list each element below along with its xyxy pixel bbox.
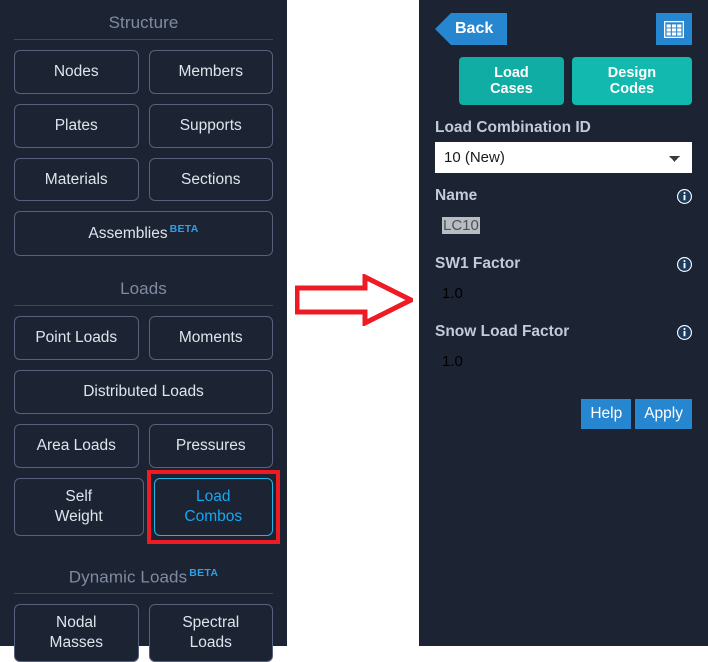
section-header-structure: Structure [14,0,273,37]
section-title: Structure [108,13,179,32]
section-title: Dynamic Loads [68,567,188,587]
sidebar-item-label: Pressures [175,437,246,455]
button-row: Assemblies BETA [14,211,273,257]
sidebar-item-label: Plates [54,116,98,134]
sidebar-item-nodes[interactable]: Nodes [14,50,139,94]
table-grid-icon [664,20,684,38]
sidebar-item-pressures[interactable]: Pressures [148,424,273,468]
field-label-text: Load Combination ID [435,119,591,136]
sidebar-item-label: Area Loads [36,437,116,455]
table-grid-button[interactable] [656,13,692,45]
panel-actions: Help Apply [435,399,692,429]
section-header-loads: Loads [14,266,273,303]
info-icon[interactable] [677,188,692,204]
button-row: Area Loads Pressures [14,424,273,468]
section-divider [14,593,273,595]
sidebar-item-members[interactable]: Members [148,50,273,94]
properties-panel: Back Load Cases Design Codes Load Combin… [419,0,708,646]
name-input-value: LC10 [442,217,480,234]
sidebar-item-supports[interactable]: Supports [148,103,273,148]
back-button-label: Back [455,20,494,37]
section-divider [14,39,273,40]
sidebar-item-label: Self Weight [54,487,103,525]
name-input[interactable]: LC10 [435,210,692,241]
sidebar-item-plates[interactable]: Plates [14,103,139,148]
button-row: Point Loads Moments [14,316,273,361]
label-sw1-factor: SW1 Factor [435,255,692,273]
sidebar-item-label: Point Loads [35,329,118,347]
sidebar-item-distributed-loads[interactable]: Distributed Loads [14,370,273,415]
sidebar-item-label: Supports [179,116,242,134]
sw1-factor-input[interactable]: 1.0 [435,278,692,309]
tab-design-codes[interactable]: Design Codes [571,57,692,105]
sidebar-item-label: Members [178,63,244,80]
apply-button-label: Apply [644,405,683,422]
sidebar-item-area-loads[interactable]: Area Loads [14,424,139,468]
button-row: Nodes Members [14,50,273,94]
help-button[interactable]: Help [581,399,632,429]
right-arrow-annotation-icon [295,274,413,326]
back-button[interactable]: Back [435,13,508,45]
apply-button[interactable]: Apply [635,399,692,429]
tab-label: Design Codes [607,65,657,97]
snow-load-factor-input[interactable]: 1.0 [435,346,692,377]
panel-tabs: Load Cases Design Codes [435,57,692,105]
beta-badge: BETA [189,566,219,579]
left-sidebar: Structure Nodes Members Plates Supports … [0,0,287,662]
sidebar-item-load-combos[interactable]: Load Combos [153,477,273,536]
label-name: Name [435,187,692,205]
tab-load-cases[interactable]: Load Cases [459,57,564,105]
sidebar-item-assemblies[interactable]: Assemblies BETA [14,211,273,257]
info-icon[interactable] [677,324,692,340]
section-title: Loads [120,279,167,299]
sidebar-item-label: Assemblies [88,225,168,243]
button-row: Materials Sections [14,157,273,202]
snow-load-factor-value: 1.0 [442,353,463,370]
field-label-text: SW1 Factor [435,255,521,272]
sidebar-item-label: Sections [181,170,241,188]
sidebar-item-sections[interactable]: Sections [148,157,273,202]
highlight-annotation-box: Load Combos [146,470,280,544]
label-load-combination-id: Load Combination ID [435,119,692,137]
section-header-dynamic-loads: Dynamic Loads BETA [14,554,273,592]
sidebar-item-point-loads[interactable]: Point Loads [14,316,139,361]
app-root: Structure Nodes Members Plates Supports … [0,0,708,662]
sidebar-item-label: Distributed Loads [83,383,204,401]
button-row: Self Weight Load Combos [14,470,280,544]
sidebar-item-moments[interactable]: Moments [148,316,273,361]
button-row: Plates Supports [14,103,273,148]
sidebar-item-label: Load Combos [184,487,243,525]
button-row: Distributed Loads [14,370,273,415]
sidebar-item-nodal-masses[interactable]: Nodal Masses [14,604,139,662]
sidebar-item-spectral-loads[interactable]: Spectral Loads [148,604,273,662]
panel-toolbar: Back [435,0,692,45]
beta-badge: BETA [169,223,199,236]
field-label-text: Snow Load Factor [435,323,570,340]
field-label-text: Name [435,187,478,204]
sidebar-item-label: Moments [178,329,243,347]
sw1-factor-value: 1.0 [442,285,463,302]
tab-label: Load Cases [490,65,533,97]
load-combination-id-select[interactable]: 10 (New) [435,142,692,173]
info-icon[interactable] [677,256,692,272]
label-snow-load-factor: Snow Load Factor [435,323,692,341]
section-divider [14,305,273,307]
sidebar-item-label: Materials [44,170,108,188]
button-row: Nodal Masses Spectral Loads [14,604,273,662]
sidebar-item-materials[interactable]: Materials [14,157,139,202]
sidebar-item-label: Nodes [53,63,99,80]
sidebar-item-self-weight[interactable]: Self Weight [14,477,144,536]
help-button-label: Help [590,405,623,422]
center-spacer [287,0,419,646]
